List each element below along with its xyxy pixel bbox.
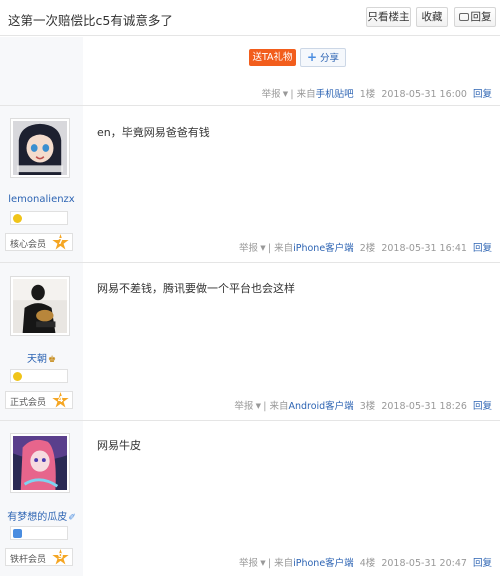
source-link[interactable]: iPhone客户端 [293, 243, 354, 254]
pen-icon: ✐ [68, 513, 76, 523]
reply-link[interactable]: 回复 [473, 558, 492, 569]
gold-coin-icon [13, 372, 22, 381]
floor-number: 4楼 [359, 558, 376, 569]
gold-coin-icon [13, 214, 22, 223]
chevron-down-icon: ▼ [253, 402, 264, 410]
chevron-down-icon: ▼ [258, 559, 268, 567]
floor-number: 3楼 [359, 401, 376, 412]
post-tail: 举报 ▼ | 来自Android客户端 3楼 2018-05-31 18:26 … [234, 401, 492, 412]
floor-number: 2楼 [359, 243, 376, 254]
post-tail: 举报 ▼ | 来自手机贴吧 1楼 2018-05-31 16:00 回复 [261, 89, 492, 100]
post-time: 2018-05-31 16:00 [381, 89, 467, 100]
badge-bar [10, 369, 68, 383]
send-gift-button[interactable]: 送TA礼物 [249, 49, 296, 66]
username[interactable]: 有梦想的瓜皮✐ [0, 508, 83, 523]
level-name: 核心会员 [10, 240, 47, 250]
divider [0, 262, 500, 263]
reply-link[interactable]: 回复 [473, 401, 492, 412]
username[interactable]: 天朝♚ [0, 350, 83, 365]
chevron-down-icon: ▼ [258, 244, 268, 252]
post-time: 2018-05-31 16:41 [381, 243, 467, 254]
source-link[interactable]: iPhone客户端 [293, 558, 354, 569]
plus-icon: + [306, 50, 318, 64]
badge-bar [10, 526, 68, 540]
post-time: 2018-05-31 20:47 [381, 558, 467, 569]
post-content: 网易不差钱，腾讯要做一个平台也会这样 [97, 282, 295, 295]
share-label: 分享 [320, 53, 340, 64]
reply-button[interactable]: 回复 [454, 7, 496, 27]
avatar-image [13, 279, 67, 333]
level-number: 9 [57, 552, 64, 561]
chevron-down-icon: ▼ [280, 90, 291, 98]
from-prefix: 来自 [274, 558, 294, 569]
avatar[interactable] [10, 433, 70, 493]
username-text: 天朝 [26, 354, 47, 365]
thread-header: 这第一次赔偿比c5有诚意多了 只看楼主 收藏 回复 [0, 0, 500, 36]
blue-member-icon [13, 529, 22, 538]
from-prefix: 来自 [274, 243, 294, 254]
level-number: 7 [57, 237, 64, 246]
reply-icon [458, 13, 469, 21]
share-button[interactable]: + 分享 [300, 48, 346, 67]
post-time: 2018-05-31 18:26 [381, 401, 467, 412]
level-badge: 核心会员 7 [5, 233, 73, 251]
from-prefix: 来自 [296, 89, 316, 100]
divider [0, 105, 500, 106]
report-link[interactable]: 举报 [239, 243, 258, 254]
level-name: 正式会员 [10, 398, 47, 408]
divider [0, 420, 500, 421]
crown-icon: ♚ [47, 355, 57, 365]
level-number: 4 [57, 395, 64, 404]
level-badge: 正式会员 4 [5, 391, 73, 409]
from-prefix: 来自 [269, 401, 289, 412]
avatar[interactable] [10, 118, 70, 178]
source-link[interactable]: Android客户端 [288, 401, 353, 412]
report-link[interactable]: 举报 [239, 558, 258, 569]
post-content: 网易牛皮 [97, 439, 141, 452]
post-tail: 举报 ▼ | 来自iPhone客户端 2楼 2018-05-31 16:41 回… [239, 243, 492, 254]
reply-link[interactable]: 回复 [473, 243, 492, 254]
level-badge: 铁杆会员 9 [5, 548, 73, 566]
avatar[interactable] [10, 276, 70, 336]
favorite-button[interactable]: 收藏 [416, 7, 448, 27]
badge-bar [10, 211, 68, 225]
username-text: 有梦想的瓜皮 [7, 512, 68, 523]
thread-title: 这第一次赔偿比c5有诚意多了 [8, 13, 173, 28]
report-link[interactable]: 举报 [234, 401, 253, 412]
username[interactable]: lemonalienzx [0, 194, 83, 205]
avatar-image [13, 436, 67, 490]
post-tail: 举报 ▼ | 来自iPhone客户端 4楼 2018-05-31 20:47 回… [239, 558, 492, 569]
post-content: en，毕竟网易爸爸有钱 [97, 126, 210, 139]
reply-button-label: 回复 [470, 11, 492, 23]
reply-link[interactable]: 回复 [473, 89, 492, 100]
source-link[interactable]: 手机贴吧 [316, 89, 354, 100]
floor-number: 1楼 [359, 89, 376, 100]
level-name: 铁杆会员 [10, 555, 47, 565]
report-link[interactable]: 举报 [262, 89, 281, 100]
avatar-image [13, 121, 67, 175]
only-op-button[interactable]: 只看楼主 [366, 7, 411, 27]
